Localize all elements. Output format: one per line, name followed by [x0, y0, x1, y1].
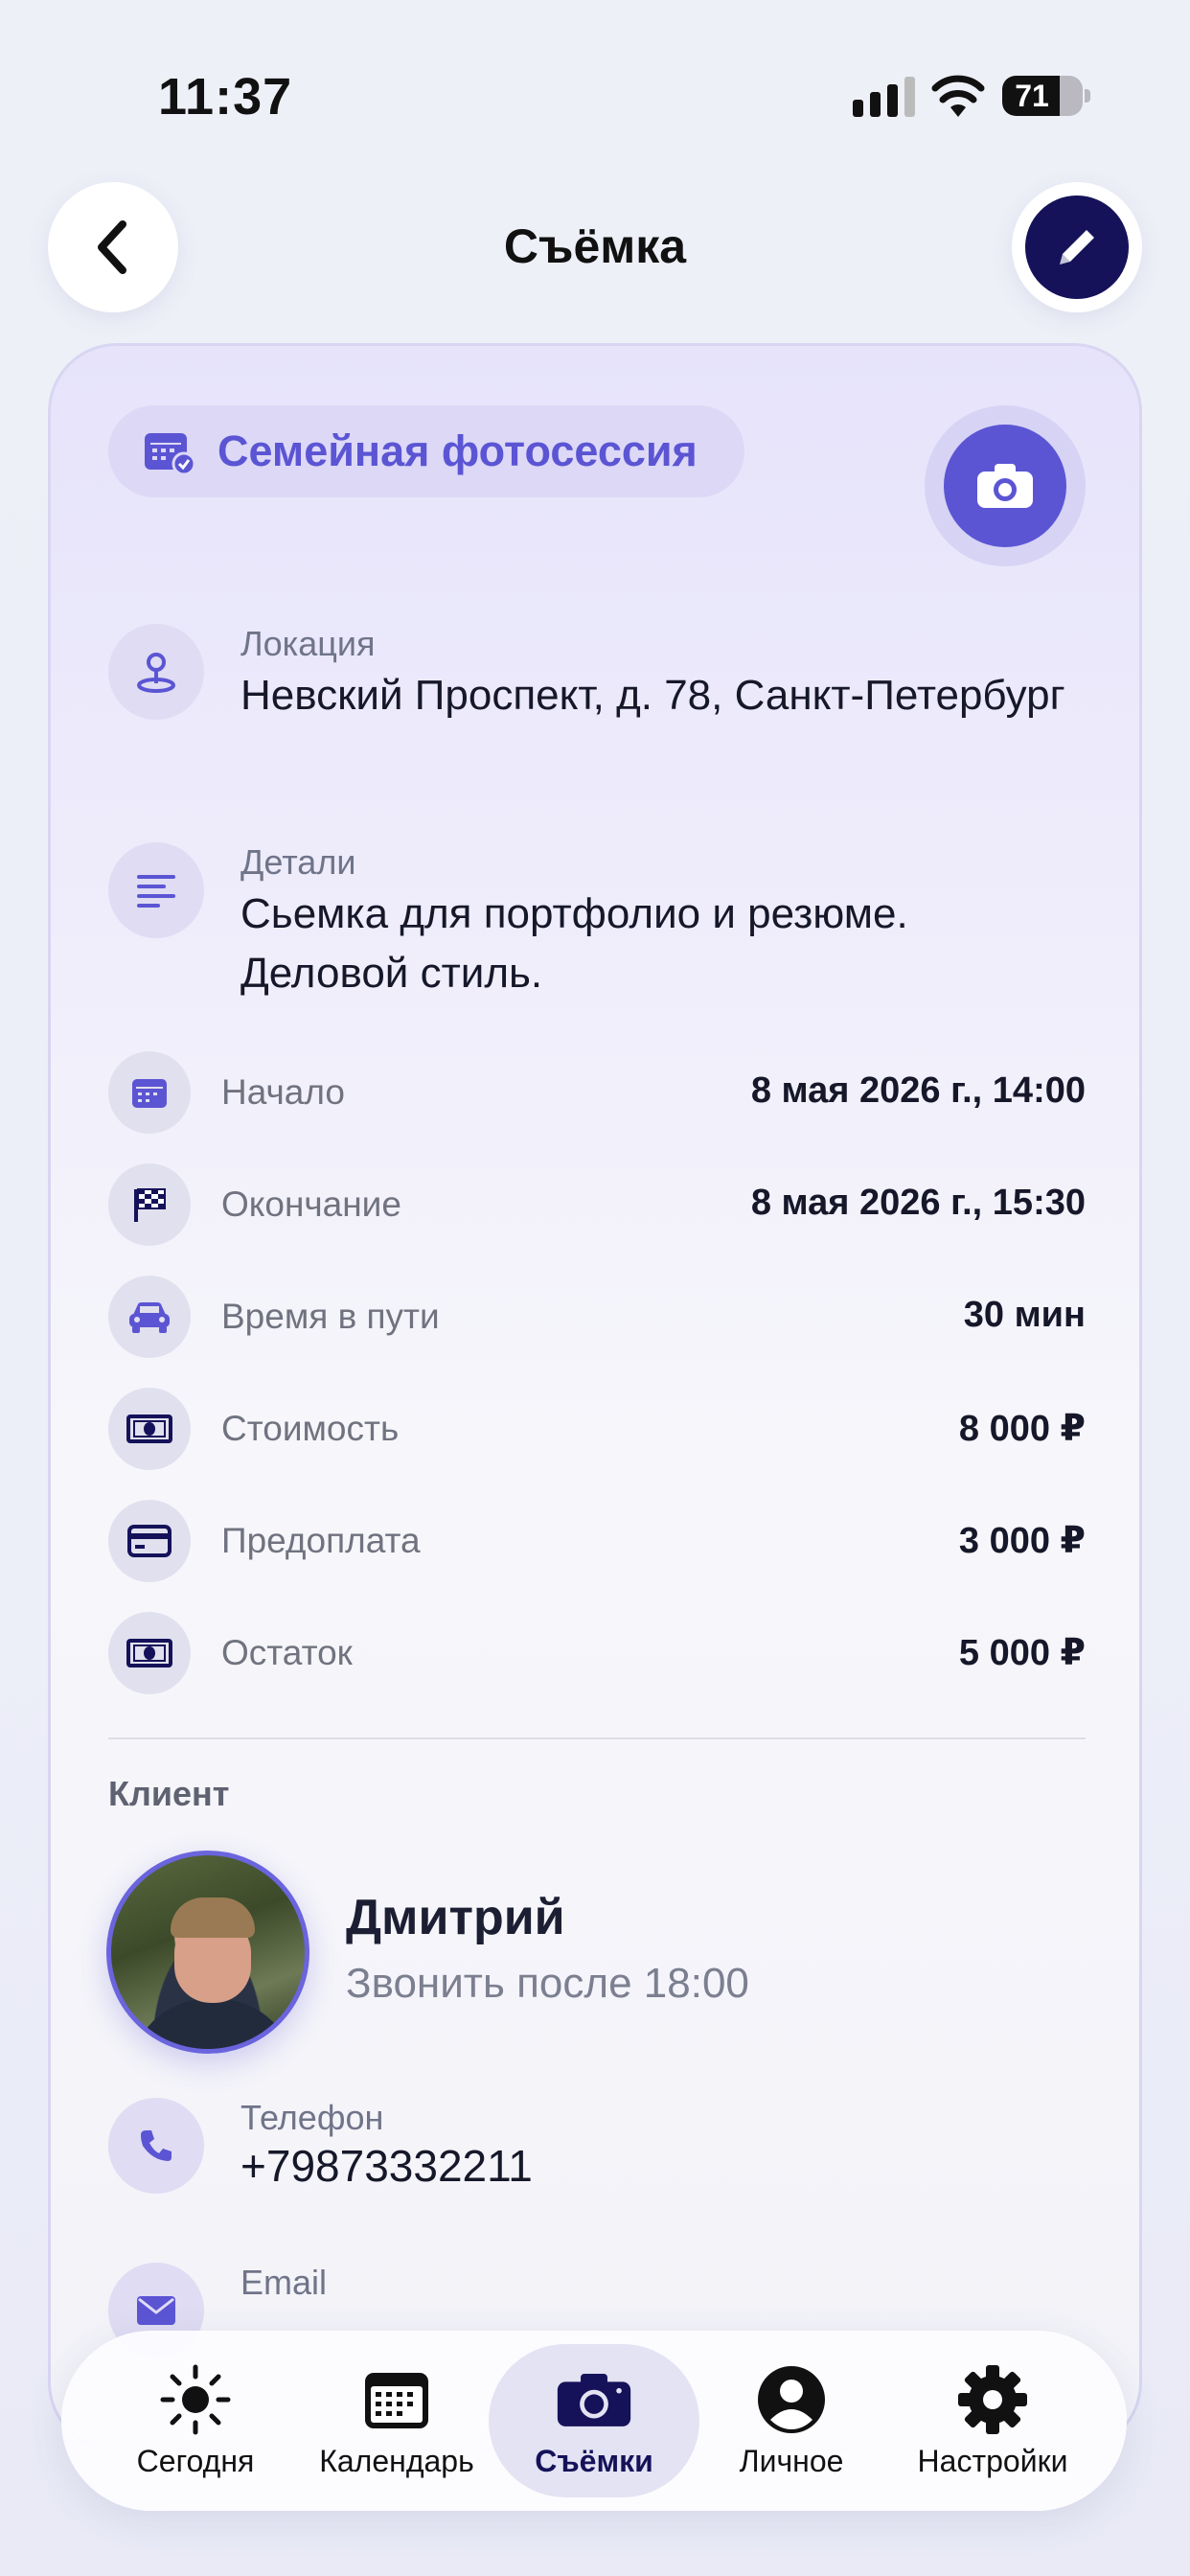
camera-icon	[556, 2365, 632, 2434]
end-row: Окончание 8 мая 2026 г., 15:30	[108, 1163, 1086, 1246]
travel-time-row: Время в пути 30 мин	[108, 1276, 1086, 1358]
gear-icon	[954, 2365, 1031, 2434]
calendar-icon	[358, 2365, 435, 2434]
details-label: Детали	[240, 842, 356, 882]
tab-bar: Сегодня Календарь Съёмки Личное Настройк…	[61, 2331, 1127, 2511]
divider	[108, 1737, 1086, 1739]
location-label: Локация	[240, 624, 376, 663]
banknote-icon	[108, 1612, 191, 1694]
prepayment-label: Предоплата	[221, 1521, 421, 1560]
details-value: Сьемка для портфолио и резюме. Деловой с…	[240, 890, 908, 997]
edit-button-circle	[1025, 196, 1129, 299]
camera-badge-inner	[944, 425, 1066, 547]
details-block: Детали Сьемка для портфолио и резюме. Де…	[108, 842, 1095, 1015]
text-lines-icon	[108, 842, 204, 938]
balance-label: Остаток	[221, 1633, 353, 1672]
camera-badge	[925, 405, 1086, 566]
status-time: 11:37	[158, 68, 293, 126]
wifi-icon	[931, 75, 985, 117]
tab-settings-label: Настройки	[917, 2444, 1068, 2478]
calendar-check-icon	[145, 433, 196, 475]
start-value: 8 мая 2026 г., 14:00	[750, 1070, 1086, 1111]
car-icon	[108, 1276, 191, 1358]
shoot-type-label: Семейная фотосессия	[217, 426, 698, 475]
banknote-icon	[108, 1388, 191, 1470]
email-label: Email	[240, 2263, 328, 2302]
tab-settings[interactable]: Настройки	[887, 2344, 1098, 2497]
calendar-icon	[108, 1051, 191, 1134]
travel-time-label: Время в пути	[221, 1297, 440, 1336]
finish-flag-icon	[108, 1163, 191, 1246]
tab-calendar-label: Календарь	[319, 2444, 474, 2478]
prepayment-row: Предоплата 3 000 ₽	[108, 1500, 1086, 1582]
person-icon	[753, 2365, 830, 2434]
status-bar: 11:37 71	[0, 0, 1190, 182]
battery-indicator: 71	[1002, 76, 1083, 116]
start-label: Начало	[221, 1072, 345, 1112]
phone-label: Телефон	[240, 2098, 384, 2137]
balance-row: Остаток 5 000 ₽	[108, 1612, 1086, 1694]
camera-icon	[977, 464, 1033, 508]
location-pin-icon	[108, 624, 204, 720]
client-avatar[interactable]	[106, 1851, 309, 2054]
client-note: Звонить после 18:00	[346, 1960, 749, 2007]
cost-value: 8 000 ₽	[958, 1409, 1086, 1449]
tab-personal-label: Личное	[739, 2444, 844, 2478]
location-block: Локация Невский Проспект, д. 78, Санкт-П…	[108, 624, 1095, 796]
end-value: 8 мая 2026 г., 15:30	[750, 1183, 1086, 1223]
client-section-label: Клиент	[108, 1774, 230, 1813]
tab-shoots-label: Съёмки	[535, 2444, 653, 2478]
shoot-details-card: Семейная фотосессия Локация Невский Прос…	[48, 343, 1142, 2451]
phone-value[interactable]: +79873332211	[240, 2136, 1084, 2196]
balance-value: 5 000 ₽	[958, 1633, 1086, 1673]
end-label: Окончание	[221, 1184, 401, 1224]
travel-time-value: 30 мин	[963, 1295, 1086, 1335]
start-row: Начало 8 мая 2026 г., 14:00	[108, 1051, 1086, 1134]
pencil-icon	[1060, 230, 1094, 264]
battery-tip	[1085, 89, 1090, 103]
tab-today-label: Сегодня	[136, 2444, 255, 2478]
sun-icon	[157, 2364, 234, 2435]
location-value: Невский Проспект, д. 78, Санкт-Петербург	[240, 672, 1065, 719]
tab-shoots[interactable]: Съёмки	[489, 2344, 699, 2497]
tab-today[interactable]: Сегодня	[90, 2344, 301, 2497]
cellular-signal-icon	[853, 77, 915, 117]
cost-row: Стоимость 8 000 ₽	[108, 1388, 1086, 1470]
cost-label: Стоимость	[221, 1409, 400, 1448]
phone-block[interactable]: Телефон +79873332211	[108, 2098, 1095, 2203]
credit-card-icon	[108, 1500, 191, 1582]
edit-button[interactable]	[1012, 182, 1142, 312]
prepayment-value: 3 000 ₽	[958, 1521, 1086, 1561]
battery-percent: 71	[1015, 79, 1049, 113]
shoot-type-chip: Семейная фотосессия	[108, 405, 744, 497]
client-name: Дмитрий	[346, 1890, 565, 1945]
tab-calendar[interactable]: Календарь	[291, 2344, 502, 2497]
tab-personal[interactable]: Личное	[686, 2344, 897, 2497]
phone-icon	[108, 2098, 204, 2194]
